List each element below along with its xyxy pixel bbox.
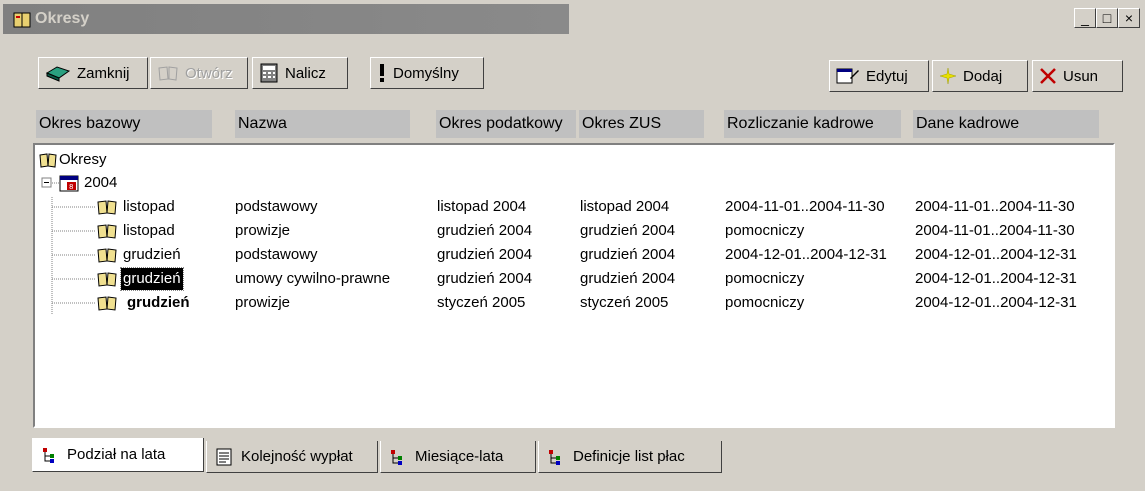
tree-colored-icon [391,449,402,465]
book-icon [13,12,31,28]
column-header-nazwa[interactable]: Nazwa [235,110,410,138]
title-bar[interactable]: Okresy [3,4,569,34]
minimize-button[interactable]: _ [1074,8,1096,28]
book-open-icon [158,66,178,81]
domyslny-button[interactable]: Domyślny [370,57,484,89]
calendar-icon: 8 [59,175,79,192]
column-header-rozliczanie-kadrowe[interactable]: Rozliczanie kadrowe [724,110,901,138]
book-open-icon [97,200,117,215]
maximize-button[interactable]: □ [1096,8,1118,28]
column-header-okres-zus[interactable]: Okres ZUS [579,110,704,138]
book-open-icon [97,296,117,311]
tab-kolejnosc-wyplat[interactable]: Kolejność wypłat [206,441,378,473]
periods-tree[interactable]: Okresy 8 2004 listopad podstawowy listop… [33,143,1115,428]
calculator-icon [260,63,278,83]
tree-colored-icon [549,449,560,465]
column-header-okres-bazowy[interactable]: Okres bazowy [36,110,212,138]
book-open-icon [39,153,57,168]
dodaj-button[interactable]: Dodaj [932,60,1028,92]
edit-window-icon [836,68,859,84]
book-open-icon [97,248,117,263]
svg-text:8: 8 [69,183,73,191]
usun-button[interactable]: Usun [1032,60,1123,92]
book-open-icon [97,272,117,287]
book-closed-icon [45,66,71,82]
sparkle-add-icon [939,67,957,85]
tab-podzial-na-lata[interactable]: Podział na lata [32,438,204,472]
tree-colored-icon [43,447,54,463]
table-row[interactable]: listopad prowizje grudzień 2004 grudzień… [35,220,1113,242]
window-title: Okresy [35,10,90,27]
table-row[interactable]: listopad podstawowy listopad 2004 listop… [35,196,1113,218]
delete-x-icon [1040,68,1056,84]
nalicz-button[interactable]: Nalicz [252,57,348,89]
table-row[interactable]: grudzień podstawowy grudzień 2004 grudzi… [35,244,1113,266]
tree-year-node[interactable]: 8 2004 [35,172,1113,194]
tab-miesiace-lata[interactable]: Miesiące-lata [380,441,536,473]
tab-definicje-list-plac[interactable]: Definicje list płac [538,441,722,473]
okresy-window: Okresy _ □ × Zamknij Otwórz Nalicz Domyś… [0,0,1145,491]
otworz-button[interactable]: Otwórz [150,57,248,89]
document-list-icon [216,448,232,465]
column-header-okres-podatkowy[interactable]: Okres podatkowy [436,110,576,138]
zamknij-button[interactable]: Zamknij [38,57,148,89]
book-open-icon [97,224,117,239]
edytuj-button[interactable]: Edytuj [829,60,929,92]
table-row-active[interactable]: grudzień prowizje styczeń 2005 styczeń 2… [35,292,1113,314]
column-header-dane-kadrowe[interactable]: Dane kadrowe [913,110,1099,138]
tree-root[interactable]: Okresy [35,149,1113,171]
tab-strip: Podział na lata Kolejność wypłat Miesiąc… [32,438,732,475]
close-window-button[interactable]: × [1118,8,1140,28]
table-row-selected[interactable]: grudzień umowy cywilno-prawne grudzień 2… [35,267,1113,291]
exclamation-icon [380,64,384,82]
